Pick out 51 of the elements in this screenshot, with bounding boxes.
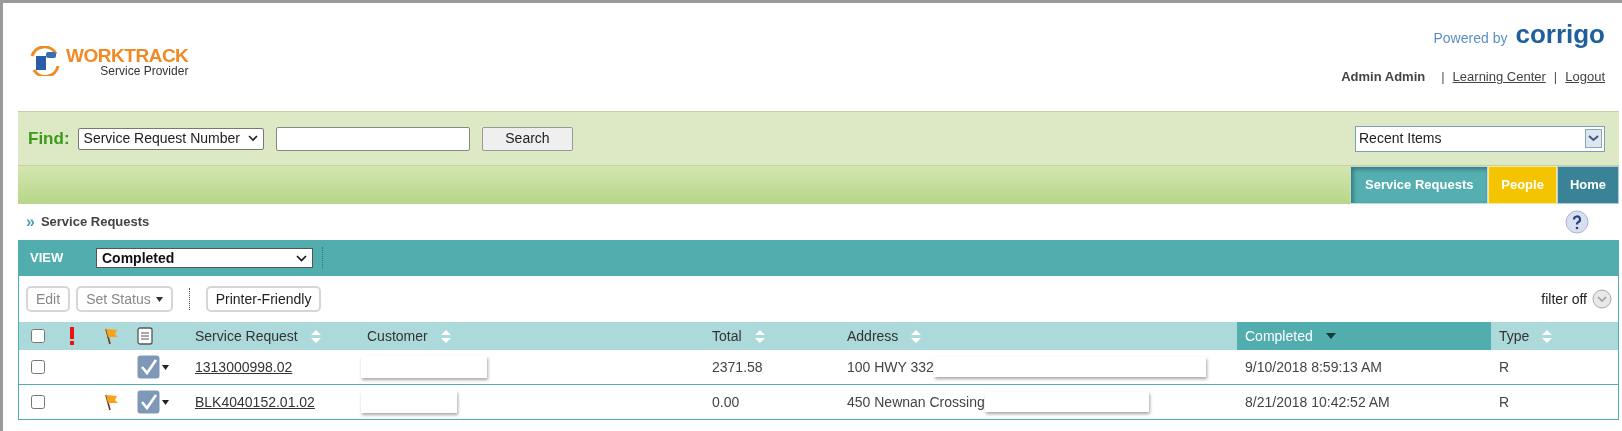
- nav-tab[interactable]: Home: [1556, 166, 1619, 204]
- document-icon: [137, 327, 153, 345]
- chevron-down-icon: [296, 254, 307, 262]
- recent-items-select[interactable]: Recent Items: [1355, 125, 1605, 152]
- search-type-select[interactable]: Service Request Number: [77, 127, 264, 150]
- table-cell: 0.00: [712, 393, 740, 410]
- checkmark-menu-icon[interactable]: [137, 390, 169, 414]
- toolbar-button[interactable]: Printer-Friendly: [205, 286, 322, 312]
- help-icon[interactable]: [1565, 210, 1589, 234]
- table-cell: 8/21/2018 10:42:52 AM: [1245, 393, 1390, 410]
- chevron-down-circle-icon[interactable]: [1592, 289, 1612, 309]
- powered-by-text: Powered by: [1433, 29, 1508, 48]
- filter-status: filter off: [1541, 289, 1587, 309]
- column-header[interactable]: Customer: [359, 322, 704, 350]
- logo-subtitle: Service Provider: [100, 64, 189, 77]
- brand-logo: corrigo: [1515, 21, 1605, 47]
- table-cell: R: [1499, 393, 1510, 410]
- column-header[interactable]: Service Request: [187, 322, 359, 350]
- separator: |: [1441, 68, 1445, 86]
- checkmark-menu-icon[interactable]: [137, 355, 169, 379]
- table-cell-text: 450 Newnan Crossing: [847, 392, 985, 412]
- user-name: Admin Admin: [1341, 68, 1426, 86]
- column-header[interactable]: Address: [839, 322, 1237, 350]
- separator: |: [1553, 68, 1558, 86]
- checkbox[interactable]: [31, 395, 45, 409]
- caret-icon: [155, 296, 163, 302]
- find-label: Find:: [28, 127, 70, 150]
- table-cell: 2371.58: [712, 358, 763, 375]
- view-label: VIEW: [30, 249, 65, 268]
- column-header[interactable]: Total: [704, 322, 839, 350]
- chevron-down-icon: [247, 135, 258, 142]
- logo-title: WORKTRACK: [66, 45, 189, 65]
- chevron-down-icon: [1585, 129, 1602, 148]
- checkbox[interactable]: [31, 360, 45, 374]
- header-link[interactable]: Logout: [1565, 67, 1605, 87]
- table-cell: R: [1499, 358, 1510, 375]
- table-cell: 9/10/2018 8:59:13 AM: [1245, 358, 1382, 375]
- breadcrumb-marker: »: [26, 214, 35, 230]
- page-title: Service Requests: [40, 213, 150, 232]
- request-link[interactable]: 1313000998.02: [195, 358, 293, 375]
- checkbox[interactable]: [31, 329, 45, 343]
- request-link[interactable]: BLK4040152.01.02: [195, 393, 315, 410]
- table-cell-text: 100 HWY 332: [847, 357, 934, 377]
- exclamation-icon: [69, 327, 75, 345]
- logo-icon: [28, 46, 62, 76]
- column-header[interactable]: Type: [1491, 322, 1618, 350]
- search-field[interactable]: [275, 126, 470, 151]
- header-link[interactable]: Learning Center: [1452, 67, 1546, 87]
- view-select[interactable]: Completed: [96, 248, 313, 268]
- flag-icon: [103, 327, 119, 345]
- search-button[interactable]: Search: [481, 126, 573, 151]
